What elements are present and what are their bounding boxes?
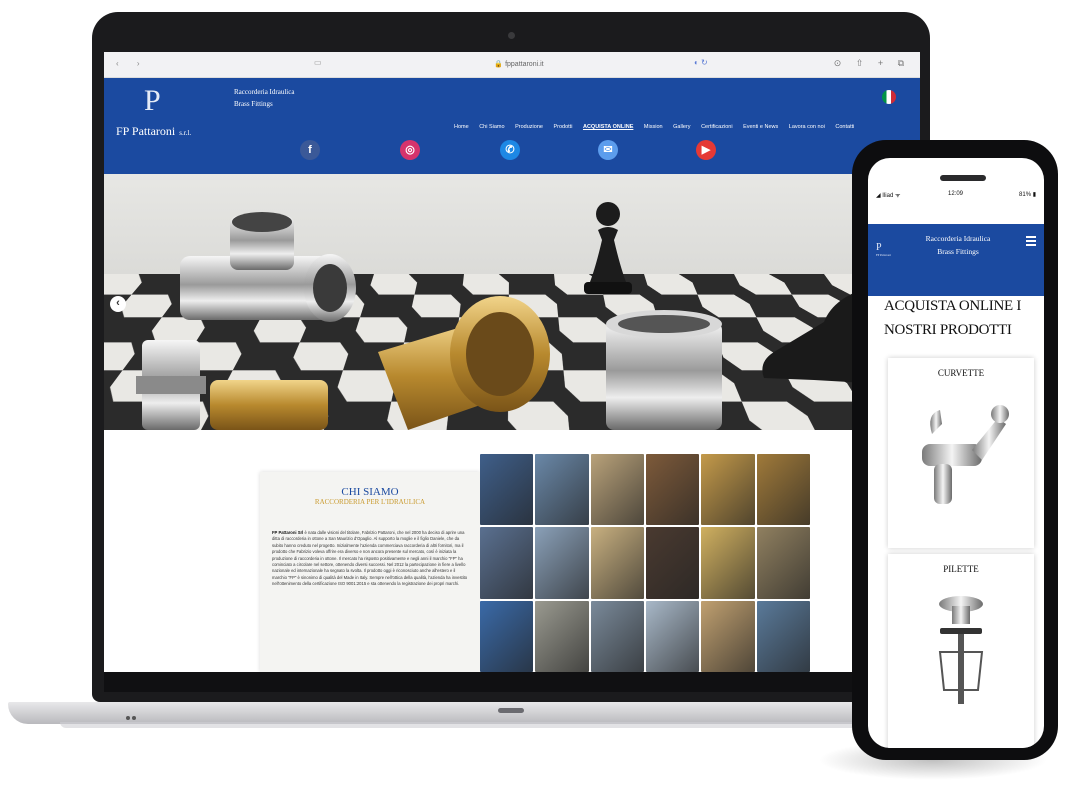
chrome-tee-fitting-image — [180, 212, 356, 322]
carrier-label: ◢ Iliad ᯤ — [876, 193, 901, 199]
product-card-curvette[interactable]: CURVETTE — [888, 358, 1034, 548]
battery-indicator: 81% ▮ — [1019, 192, 1036, 198]
nav-home[interactable]: Home — [454, 124, 469, 130]
site-header: P FP Pattaroni s.r.l. Raccorderia Idrauli… — [104, 78, 920, 174]
gallery-photo[interactable] — [701, 527, 755, 599]
chrome-nipple-image — [136, 340, 206, 430]
clock: 12:09 — [948, 191, 964, 197]
mobile-tagline-line-1: Raccorderia Idraulica — [925, 234, 991, 243]
pilette-image — [938, 596, 984, 704]
chi-siamo-subtitle: RACCORDERIA PER L'IDRAULICA — [314, 498, 426, 506]
slider-prev-button[interactable]: ‹ — [110, 296, 126, 312]
gallery-photo[interactable] — [756, 454, 810, 526]
gallery-photo[interactable] — [535, 454, 589, 526]
product-card-pilette[interactable]: PILETTE — [888, 554, 1034, 748]
laptop-chin — [104, 672, 920, 692]
logo-name[interactable]: FP Pattaroni s.r.l. — [116, 124, 191, 139]
instagram-icon[interactable]: ◎ — [400, 140, 420, 160]
laptop-screen: ‹ › ▭ 🔒 fppattaroni.it ◐ ↻ ⊙ ⇧ + ⧉ P FP … — [104, 52, 920, 672]
logo-mark[interactable]: P — [144, 84, 161, 118]
chess-pawn-image — [584, 202, 632, 294]
product-label: PILETTE — [943, 564, 979, 574]
nav-contatti[interactable]: Contatti — [835, 124, 854, 130]
laptop-ports — [126, 707, 140, 720]
gallery-photo[interactable] — [756, 600, 810, 672]
mail-icon[interactable]: ✉ — [598, 140, 618, 160]
gallery-photo[interactable] — [590, 527, 644, 599]
gallery-photo[interactable] — [535, 527, 589, 599]
nav-eventi-news[interactable]: Eventi e News — [743, 124, 778, 130]
logo-text: FP Pattaroni — [116, 124, 176, 138]
nav-mission[interactable]: Mission — [644, 124, 663, 130]
nav-certificazioni[interactable]: Certificazioni — [701, 124, 732, 130]
italian-flag-icon[interactable] — [882, 90, 896, 104]
browser-actions[interactable]: ⊙ ⇧ + ⧉ — [834, 58, 910, 69]
gallery-photo[interactable] — [590, 454, 644, 526]
header-tagline: Raccorderia Idraulica Brass Fittings — [234, 86, 294, 110]
gallery-photo[interactable] — [701, 600, 755, 672]
product-label: CURVETTE — [937, 368, 985, 378]
nav-gallery[interactable]: Gallery — [673, 124, 690, 130]
address-bar[interactable]: 🔒 fppattaroni.it — [404, 57, 634, 73]
chi-siamo-card: CHI SIAMO RACCORDERIA PER L'IDRAULICA FP… — [260, 472, 480, 672]
mobile-logo-mark: P — [876, 242, 882, 253]
facebook-icon[interactable]: f — [300, 140, 320, 160]
chi-siamo-text: FP Pattaroni Srl è nata dalle visioni de… — [272, 530, 470, 588]
mobile-logo-sub: FP Pattaroni — [876, 253, 891, 257]
tagline-line-1: Raccorderia Idraulica — [234, 88, 295, 96]
gallery-photo[interactable] — [480, 600, 534, 672]
phone-screen: ◢ Iliad ᯤ 12:09 81% ▮ P FP Pattaroni Racc… — [868, 158, 1044, 748]
gallery-photo[interactable] — [590, 600, 644, 672]
sidebar-icon[interactable]: ▭ — [314, 58, 322, 67]
main-nav: Home Chi Siamo Produzione Prodotti ACQUI… — [454, 124, 914, 130]
gallery-photo[interactable] — [756, 527, 810, 599]
chi-siamo-title: CHI SIAMO — [341, 486, 399, 498]
nav-chi-siamo[interactable]: Chi Siamo — [479, 124, 504, 130]
laptop-base-lip — [60, 722, 960, 728]
mobile-tagline: Raccorderia Idraulica Brass Fittings — [908, 232, 1008, 258]
brass-nipple-image — [210, 380, 328, 430]
gallery-photo[interactable] — [645, 454, 700, 526]
brass-elbow-fitting-image — [378, 296, 550, 430]
mobile-header: P FP Pattaroni Raccorderia Idraulica Bras… — [868, 224, 1044, 296]
back-forward-buttons[interactable]: ‹ › — [116, 59, 148, 68]
nav-prodotti[interactable]: Prodotti — [553, 124, 572, 130]
nav-lavora-con-noi[interactable]: Lavora con noi — [789, 124, 825, 130]
phone-icon[interactable]: ✆ — [500, 140, 520, 160]
photo-gallery — [480, 454, 810, 672]
gallery-photo[interactable] — [645, 527, 700, 599]
browser-toolbar: ‹ › ▭ 🔒 fppattaroni.it ◐ ↻ ⊙ ⇧ + ⧉ — [104, 52, 920, 78]
tagline-line-2: Brass Fittings — [234, 100, 273, 108]
logo-suffix: s.r.l. — [179, 129, 192, 137]
laptop-notch — [498, 708, 524, 713]
nav-acquista-online[interactable]: ACQUISTA ONLINE — [583, 124, 633, 130]
gallery-photo[interactable] — [480, 527, 534, 599]
camera-icon — [508, 32, 515, 39]
company-name: FP Pattaroni Srl — [272, 530, 304, 535]
youtube-icon[interactable]: ▶ — [696, 140, 716, 160]
phone-status-bar: ◢ Iliad ᯤ 12:09 81% ▮ — [868, 188, 1044, 204]
chrome-coupling-image — [606, 310, 722, 430]
hamburger-icon[interactable] — [1026, 236, 1036, 248]
reload-icon[interactable]: ◐ ↻ — [694, 58, 708, 67]
mobile-logo[interactable]: P FP Pattaroni — [876, 242, 891, 257]
gallery-photo[interactable] — [645, 600, 700, 672]
curvette-image — [922, 405, 1009, 504]
gallery-photo[interactable] — [535, 600, 589, 672]
chi-siamo-body: è nata dalle visioni del titolare, Fabri… — [272, 530, 468, 587]
nav-produzione[interactable]: Produzione — [515, 124, 543, 130]
gallery-photo[interactable] — [480, 454, 534, 526]
mobile-page-heading: ACQUISTA ONLINE I NOSTRI PRODOTTI — [884, 298, 1022, 338]
phone-speaker — [940, 175, 986, 181]
mobile-tagline-line-2: Brass Fittings — [937, 247, 979, 256]
gallery-photo[interactable] — [701, 454, 755, 526]
hero-slider: ‹ — [104, 174, 920, 430]
